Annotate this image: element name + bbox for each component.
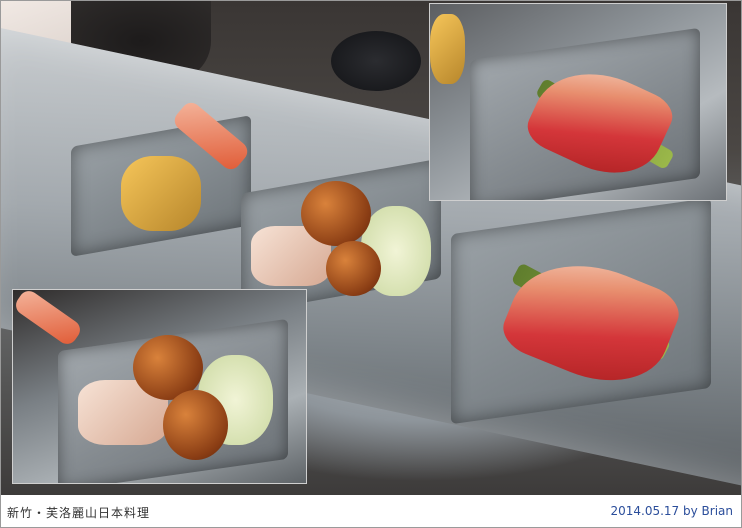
location-caption: 新竹・芙洛麗山日本料理 — [7, 506, 151, 520]
date-credit-caption: 2014.05.17 by Brian — [610, 504, 733, 518]
meatball — [301, 181, 371, 246]
tamago-piece — [430, 14, 465, 84]
caption-bar: 新竹・芙洛麗山日本料理 2014.05.17 by Brian — [1, 495, 741, 527]
meatball — [163, 390, 228, 460]
meatball — [326, 241, 381, 296]
crab-stick — [13, 290, 84, 348]
inset-photo-bottom-left — [12, 289, 307, 484]
tamago-piece — [121, 156, 201, 231]
inset-photo-top-right — [429, 3, 727, 201]
sauce-bowl — [331, 31, 421, 91]
